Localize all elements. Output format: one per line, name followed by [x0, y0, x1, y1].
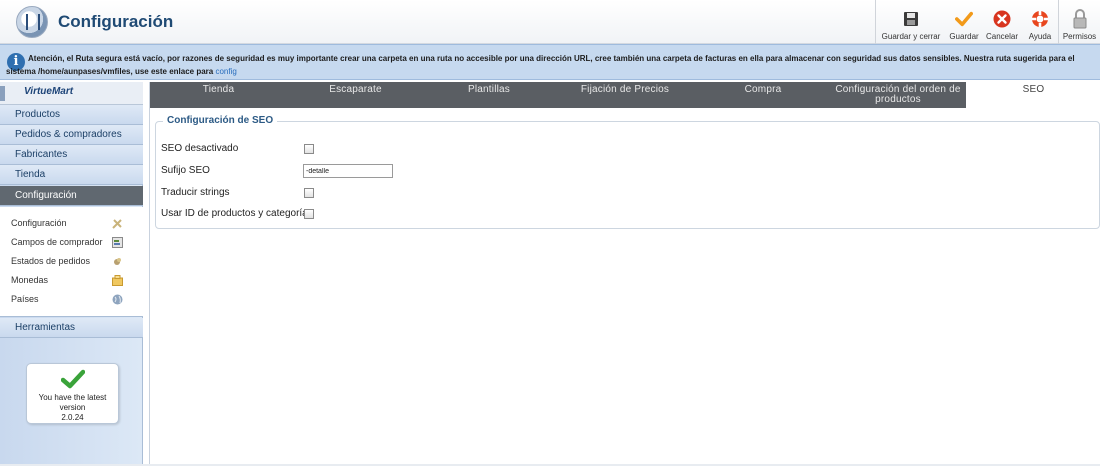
version-label: version — [59, 403, 86, 412]
globe-icon — [112, 294, 123, 305]
tab-escaparate[interactable]: Escaparate — [287, 82, 424, 108]
save-and-close-button[interactable]: Guardar y cerrar — [876, 0, 946, 44]
submenu-item-configuracion[interactable]: Configuración — [0, 214, 143, 233]
coins-icon — [112, 275, 123, 286]
use-ids-label: Usar ID de productos y categorías — [161, 208, 313, 219]
submenu-label: Estados de pedidos — [11, 256, 91, 266]
security-warning-notice: i Atención, el Ruta segura está vacío, p… — [0, 44, 1100, 80]
submenu-item-campos[interactable]: Campos de comprador — [0, 233, 143, 252]
config-link[interactable]: config — [215, 67, 236, 76]
translate-strings-label: Traducir strings — [161, 187, 230, 198]
sidebar-item-pedidos[interactable]: Pedidos & compradores — [0, 125, 143, 145]
submenu-item-monedas[interactable]: Monedas — [0, 271, 143, 290]
notice-text: Atención, el Ruta segura está vacío, por… — [6, 54, 1075, 76]
submenu-item-estados[interactable]: Estados de pedidos — [0, 252, 143, 271]
brand-logo-text: VirtueMart — [24, 86, 74, 97]
cancel-button[interactable]: Cancelar — [982, 0, 1022, 44]
config-tabs: Tienda Escaparate Plantillas Fijación de… — [150, 82, 1100, 108]
virtuemart-brand: VirtueMart — [0, 82, 143, 105]
seo-disabled-label: SEO desactivado — [161, 143, 239, 154]
sidebar-item-productos[interactable]: Productos — [0, 105, 143, 125]
submenu-label: Campos de comprador — [11, 237, 103, 247]
collapse-sidebar-handle[interactable] — [0, 86, 5, 101]
form-fields-icon — [112, 237, 123, 248]
seo-disabled-checkbox[interactable] — [304, 144, 314, 154]
permissions-label: Permisos — [1062, 32, 1097, 41]
version-number: 2.0.24 — [61, 413, 84, 422]
checkmark-icon — [955, 10, 973, 28]
tab-orden-productos[interactable]: Configuración del orden de productos — [830, 82, 966, 108]
configuration-submenu: Configuración Campos de comprador Estado… — [0, 207, 143, 317]
submenu-label: Configuración — [11, 218, 67, 228]
green-check-icon — [60, 369, 85, 389]
toolbar: Guardar y cerrar Guardar Cancelar Ayuda … — [875, 0, 1100, 44]
tab-compra[interactable]: Compra — [696, 82, 830, 108]
seo-legend: Configuración de SEO — [163, 115, 278, 126]
main-content: Tienda Escaparate Plantillas Fijación de… — [149, 82, 1100, 466]
submenu-label: Monedas — [11, 275, 49, 285]
save-and-close-label: Guardar y cerrar — [881, 32, 941, 41]
seo-suffix-input[interactable] — [303, 164, 393, 178]
joomla-logo-icon — [16, 6, 48, 38]
help-label: Ayuda — [1028, 32, 1052, 41]
use-ids-checkbox[interactable] — [304, 209, 314, 219]
translate-strings-checkbox[interactable] — [304, 188, 314, 198]
sidebar-item-fabricantes[interactable]: Fabricantes — [0, 145, 143, 165]
help-button[interactable]: Ayuda — [1022, 0, 1058, 44]
cancel-x-icon — [993, 10, 1011, 28]
submenu-item-paises[interactable]: Países — [0, 290, 143, 309]
save-button[interactable]: Guardar — [946, 0, 982, 44]
sidebar-item-herramientas[interactable]: Herramientas — [0, 318, 143, 338]
sidebar-item-tienda[interactable]: Tienda — [0, 165, 143, 185]
page-title: Configuración — [58, 12, 174, 31]
tools-icon — [112, 219, 122, 229]
seo-fieldset: Configuración de SEO SEO desactivado Suf… — [155, 115, 1100, 229]
sidebar-item-configuracion[interactable]: Configuración — [0, 186, 143, 206]
tab-tienda[interactable]: Tienda — [150, 82, 287, 108]
version-status-box: You have the latest version 2.0.24 — [26, 363, 119, 424]
save-label: Guardar — [949, 32, 979, 41]
permissions-button[interactable]: Permisos — [1058, 0, 1100, 44]
header-bar: Configuración Guardar y cerrar Guardar C… — [0, 0, 1100, 44]
notice-message: Atención, el Ruta segura está vacío, por… — [6, 52, 1096, 78]
order-status-icon — [114, 258, 121, 265]
submenu-label: Países — [11, 294, 39, 304]
tab-plantillas[interactable]: Plantillas — [424, 82, 554, 108]
save-disk-icon — [902, 10, 920, 28]
padlock-icon — [1071, 9, 1089, 29]
version-message: You have the latest — [38, 393, 107, 402]
lifebuoy-help-icon — [1031, 10, 1049, 28]
cancel-label: Cancelar — [986, 32, 1019, 41]
tab-seo[interactable]: SEO — [966, 82, 1100, 108]
sidebar: VirtueMart Productos Pedidos & comprador… — [0, 82, 143, 466]
seo-suffix-label: Sufijo SEO — [161, 165, 210, 176]
tab-fijacion-precios[interactable]: Fijación de Precios — [554, 82, 696, 108]
